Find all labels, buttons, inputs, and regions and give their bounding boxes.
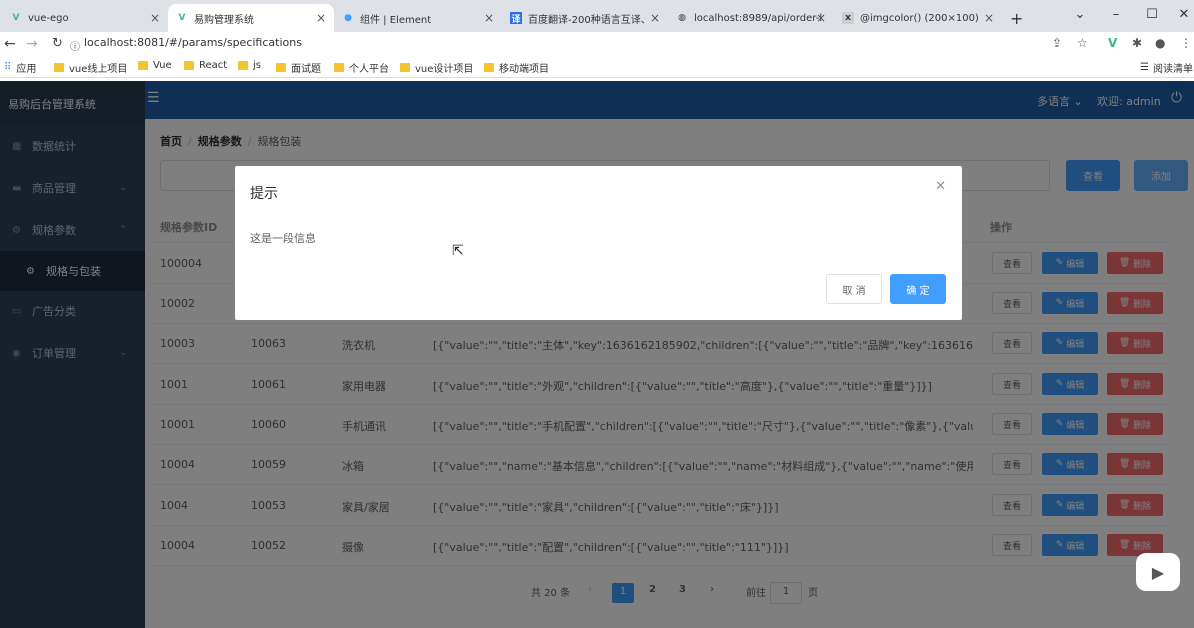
reload-icon[interactable]: ↻ [52, 36, 63, 51]
address-bar-row: ← → ↻ ⓘ localhost:8081/#/params/specific… [0, 32, 1194, 56]
close-tab-icon[interactable]: × [484, 11, 494, 25]
folder-icon [184, 61, 194, 70]
vue-logo-icon: V [12, 13, 20, 23]
profile-icon[interactable]: ● [1155, 36, 1165, 50]
modal-overlay[interactable] [0, 81, 1194, 628]
tab-localhost-api[interactable]: ◍ localhost:8989/api/order-l × [668, 4, 834, 32]
folder-icon [400, 63, 410, 72]
vue-devtools-icon[interactable]: V [1108, 36, 1117, 50]
bookmark-folder[interactable]: 移动端项目 [484, 60, 549, 75]
globe-icon: ◍ [678, 13, 686, 23]
folder-icon [54, 63, 64, 72]
forward-icon[interactable]: → [26, 36, 38, 52]
folder-icon [138, 61, 148, 70]
new-tab-button[interactable]: + [1004, 4, 1028, 32]
url-field[interactable]: localhost:8081/#/params/specifications [84, 36, 302, 49]
close-tab-icon[interactable]: × [816, 11, 826, 25]
reading-list[interactable]: ☰ 阅读清单 [1140, 60, 1193, 75]
close-window-button[interactable]: ✕ [1166, 0, 1194, 28]
tab-search-icon[interactable]: ⌄ [1062, 0, 1098, 28]
tab-vue-ego[interactable]: V vue-ego × [2, 4, 168, 32]
info-icon: ⓘ [70, 42, 80, 53]
reading-list-icon: ☰ [1140, 62, 1149, 73]
tab-baidu-translate[interactable]: 译 百度翻译-200种语言互译、 × [502, 4, 668, 32]
close-tab-icon[interactable]: × [150, 11, 160, 25]
tab-element[interactable]: ● 组件 | Element × [334, 4, 502, 32]
minimize-button[interactable]: – [1098, 0, 1134, 28]
mouse-cursor-icon: ⇱ [452, 243, 464, 259]
bookmark-folder[interactable]: 面试题 [276, 60, 321, 75]
close-tab-icon[interactable]: × [984, 11, 994, 25]
bookmark-apps[interactable]: ⠿ 应用 [4, 60, 36, 75]
vue-logo-icon: V [178, 13, 186, 23]
bookmark-star-icon[interactable]: ☆ [1077, 36, 1088, 50]
extensions-icon[interactable]: ✱ [1132, 36, 1142, 50]
element-logo-icon: ● [344, 13, 352, 23]
browser-tab-bar: V vue-ego × V 易购管理系统 × ● 组件 | Element × … [0, 0, 1194, 32]
confirm-button[interactable]: 确 定 [890, 274, 946, 304]
folder-icon [334, 63, 344, 72]
back-icon[interactable]: ← [4, 36, 16, 52]
tab-imgcolor[interactable]: x @imgcolor() (200×100) × [834, 4, 1002, 32]
dialog-title: 提示 [250, 186, 278, 202]
baidu-translate-icon: 译 [510, 12, 522, 25]
message-box: 提示 ✕ 这是一段信息 取 消 确 定 [235, 166, 962, 320]
image-icon: x [842, 12, 854, 24]
apps-grid-icon: ⠿ [4, 62, 12, 73]
bookmark-folder[interactable]: vue设计项目 [400, 60, 473, 75]
menu-icon[interactable]: ⋮ [1180, 36, 1192, 50]
bookmark-folder[interactable]: React [184, 60, 227, 71]
folder-icon [484, 63, 494, 72]
play-icon[interactable]: ▶ [1136, 553, 1180, 591]
maximize-button[interactable]: ☐ [1134, 0, 1170, 28]
folder-icon [238, 61, 248, 70]
close-icon[interactable]: ✕ [935, 179, 946, 194]
close-tab-icon[interactable]: × [650, 11, 660, 25]
bookmark-folder[interactable]: 个人平台 [334, 60, 389, 75]
bookmark-folder[interactable]: vue线上项目 [54, 60, 127, 75]
bookmarks-bar: ⠿ 应用 vue线上项目 Vue React js 面试题 个人平台 vue设计项… [0, 56, 1194, 78]
bookmark-folder[interactable]: js [238, 60, 261, 71]
cancel-button[interactable]: 取 消 [826, 274, 882, 304]
bookmark-folder[interactable]: Vue [138, 60, 172, 71]
close-tab-icon[interactable]: × [316, 11, 326, 25]
folder-icon [276, 63, 286, 72]
share-icon[interactable]: ⇪ [1052, 36, 1062, 50]
tab-yigou[interactable]: V 易购管理系统 × [168, 4, 334, 32]
dialog-message: 这是一段信息 [250, 232, 316, 245]
